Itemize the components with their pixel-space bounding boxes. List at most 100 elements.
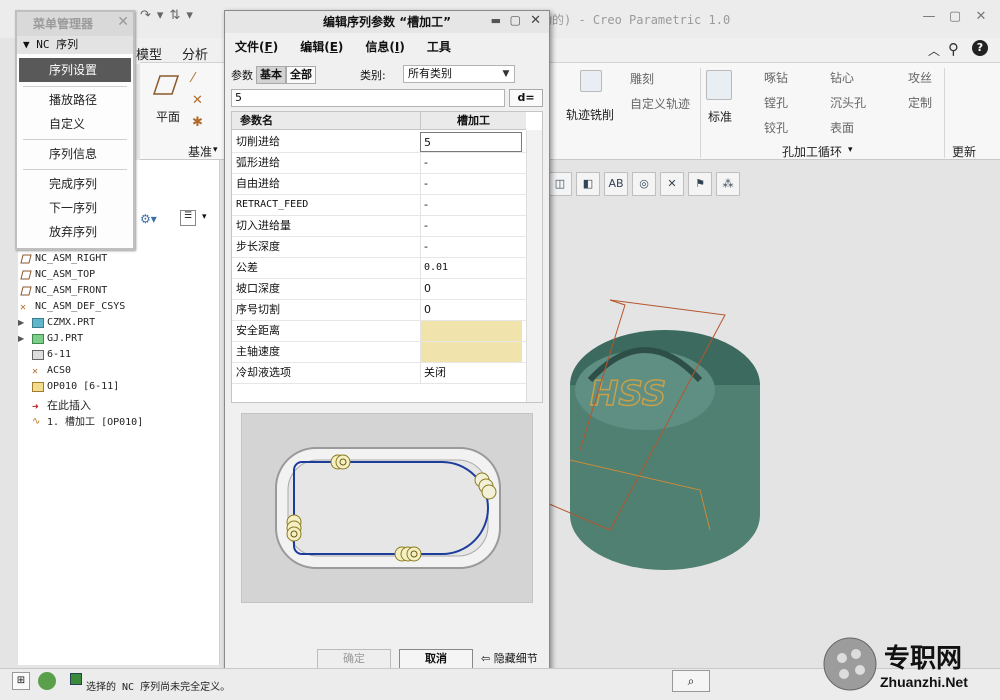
table-row[interactable]: 公差 0.01 bbox=[232, 258, 526, 279]
menu-item-customize[interactable]: 自定义 bbox=[19, 112, 131, 136]
maximize-icon[interactable]: ▢ bbox=[510, 13, 521, 27]
menu-item-play-path[interactable]: 播放路径 bbox=[19, 88, 131, 112]
table-row[interactable]: RETRACT_FEED - bbox=[232, 195, 526, 216]
ok-button[interactable]: 确定 bbox=[317, 649, 391, 669]
standard-label[interactable]: 标准 bbox=[708, 108, 732, 125]
cancel-button[interactable]: 取消 bbox=[399, 649, 473, 669]
custom-trajectory-label[interactable]: 自定义轨迹 bbox=[630, 95, 690, 112]
ream-label[interactable]: 铰孔 bbox=[764, 119, 788, 136]
menu-item-next-sequence[interactable]: 下一序列 bbox=[19, 196, 131, 220]
datum-group-label[interactable]: 基准 bbox=[188, 143, 212, 160]
menu-file[interactable]: 文件(F) bbox=[235, 38, 278, 55]
tree-item[interactable]: ➜ 在此插入 bbox=[32, 397, 91, 413]
collapse-ribbon-icon[interactable]: ︿ bbox=[928, 42, 940, 59]
table-row[interactable]: 序号切割 0 bbox=[232, 300, 526, 321]
view-style-icon[interactable]: ◫ bbox=[548, 172, 572, 196]
update-group-label[interactable]: 更新 bbox=[952, 143, 976, 160]
tree-toggle-icon[interactable]: ⊞ bbox=[12, 672, 30, 690]
dropdown-icon[interactable]: ▾ bbox=[157, 8, 164, 28]
table-row[interactable]: 冷却液选项 关闭 bbox=[232, 363, 526, 384]
help-icon[interactable]: ? bbox=[972, 40, 988, 56]
required-value-cell[interactable] bbox=[420, 342, 522, 362]
table-row[interactable]: 自由进给 - bbox=[232, 174, 526, 195]
web-browser-icon[interactable] bbox=[38, 672, 56, 690]
shading-icon[interactable]: ◧ bbox=[576, 172, 600, 196]
datum-display-icon[interactable]: ✕ bbox=[660, 172, 684, 196]
menu-item-quit-sequence[interactable]: 放弃序列 bbox=[19, 220, 131, 244]
table-row[interactable]: 步长深度 - bbox=[232, 237, 526, 258]
dropdown-icon[interactable]: ▾ bbox=[202, 212, 207, 222]
menu-tools[interactable]: 工具 bbox=[427, 38, 451, 55]
value-input[interactable]: 5 bbox=[231, 89, 505, 107]
minimize-button[interactable]: — bbox=[920, 8, 938, 26]
table-row[interactable]: 安全距离 bbox=[232, 321, 526, 342]
regenerate-icon[interactable]: ⇅ bbox=[169, 8, 180, 28]
tree-item[interactable]: NC_ASM_RIGHT bbox=[20, 253, 107, 264]
spot-drill-label[interactable]: 钻心 bbox=[830, 69, 854, 86]
table-row[interactable]: 坡口深度 0 bbox=[232, 279, 526, 300]
tree-item[interactable]: OP010 [6-11] bbox=[32, 381, 119, 392]
tree-item[interactable]: NC_ASM_TOP bbox=[20, 269, 95, 280]
table-row[interactable]: 主轴速度 bbox=[232, 342, 526, 363]
flag-icon[interactable]: ⚑ bbox=[688, 172, 712, 196]
maximize-button[interactable]: ▢ bbox=[946, 8, 964, 26]
plane-icon[interactable] bbox=[152, 72, 182, 98]
tab-model[interactable]: 模型 bbox=[136, 44, 162, 63]
traj-mill-label[interactable]: 轨迹铣削 bbox=[566, 108, 614, 122]
value-cell-editing[interactable]: 5 bbox=[420, 132, 522, 152]
tab-analysis[interactable]: 分析 bbox=[182, 44, 208, 63]
menu-item-done-sequence[interactable]: 完成序列 bbox=[19, 172, 131, 196]
column-header-value[interactable]: 槽加工 bbox=[420, 112, 526, 130]
standard-drill-icon[interactable] bbox=[706, 70, 732, 100]
tree-item[interactable]: NC_ASM_FRONT bbox=[20, 285, 107, 296]
dropdown-icon[interactable]: ▾ bbox=[213, 145, 218, 155]
redo-icon[interactable]: ↷ bbox=[140, 8, 151, 28]
table-row[interactable]: 切入进给量 - bbox=[232, 216, 526, 237]
close-icon[interactable]: ✕ bbox=[530, 13, 541, 28]
expand-arrow-icon[interactable]: ▶ bbox=[18, 318, 24, 327]
face-label[interactable]: 表面 bbox=[830, 119, 854, 136]
tree-item[interactable]: 6-11 bbox=[32, 349, 71, 360]
chevron-down-icon[interactable]: ▼ bbox=[497, 65, 515, 83]
minimize-icon[interactable]: ▬ bbox=[491, 14, 501, 27]
plane-label[interactable]: 平面 bbox=[156, 108, 180, 125]
basic-button[interactable]: 基本 bbox=[256, 66, 286, 84]
dropdown-icon[interactable]: ▾ bbox=[848, 145, 853, 155]
custom-label[interactable]: 定制 bbox=[908, 94, 932, 111]
tree-item[interactable]: CZMX.PRT bbox=[32, 317, 95, 328]
list-view-icon[interactable]: ☰ bbox=[180, 210, 196, 226]
close-icon[interactable]: ✕ bbox=[117, 14, 129, 30]
settings-icon[interactable]: ⚙▾ bbox=[140, 212, 157, 226]
required-value-cell[interactable] bbox=[420, 321, 522, 341]
menu-edit[interactable]: 编辑(E) bbox=[300, 38, 343, 55]
dropdown-icon[interactable]: ▾ bbox=[186, 8, 193, 28]
search-icon[interactable]: ⚲ bbox=[948, 40, 959, 58]
tap-label[interactable]: 攻丝 bbox=[908, 69, 932, 86]
camera-icon[interactable]: ◎ bbox=[632, 172, 656, 196]
countersink-label[interactable]: 沉头孔 bbox=[830, 94, 866, 111]
expand-arrow-icon[interactable]: ▶ bbox=[18, 334, 24, 343]
engrave-label[interactable]: 雕刻 bbox=[630, 70, 654, 87]
table-row[interactable]: 切削进给 5 bbox=[232, 132, 526, 153]
traj-mill-icon[interactable] bbox=[580, 70, 602, 92]
graphics-viewport[interactable]: HSS bbox=[539, 200, 1000, 660]
table-row[interactable]: 弧形进给 - bbox=[232, 153, 526, 174]
tree-item[interactable]: ✕ ACS0 bbox=[32, 365, 71, 377]
relations-button[interactable]: d= bbox=[509, 89, 543, 107]
points-icon[interactable]: ⁂ bbox=[716, 172, 740, 196]
annotation-icon[interactable]: AB bbox=[604, 172, 628, 196]
tree-item[interactable]: ∿ 1. 槽加工 [OP010] bbox=[32, 413, 143, 429]
column-header-name[interactable]: 参数名 bbox=[232, 112, 420, 130]
tree-item[interactable]: ✕ NC_ASM_DEF_CSYS bbox=[20, 301, 125, 313]
datum-tools-icon[interactable]: ⁄ ✕ ✱ bbox=[192, 68, 212, 138]
close-window-button[interactable]: ✕ bbox=[972, 8, 990, 26]
menu-info[interactable]: 信息(I) bbox=[365, 38, 404, 55]
table-scrollbar[interactable] bbox=[526, 130, 542, 402]
menu-item-sequence-setup[interactable]: 序列设置 bbox=[19, 58, 131, 82]
all-button[interactable]: 全部 bbox=[286, 66, 316, 84]
woodpecker-label[interactable]: 啄钻 bbox=[764, 69, 788, 86]
tree-item[interactable]: GJ.PRT bbox=[32, 333, 83, 344]
hole-cycle-group-label[interactable]: 孔加工循环 bbox=[782, 143, 842, 160]
menu-manager-header[interactable]: ▼ NC 序列 bbox=[17, 36, 133, 54]
hide-details-button[interactable]: ⇦ 隐藏细节 bbox=[481, 649, 538, 669]
